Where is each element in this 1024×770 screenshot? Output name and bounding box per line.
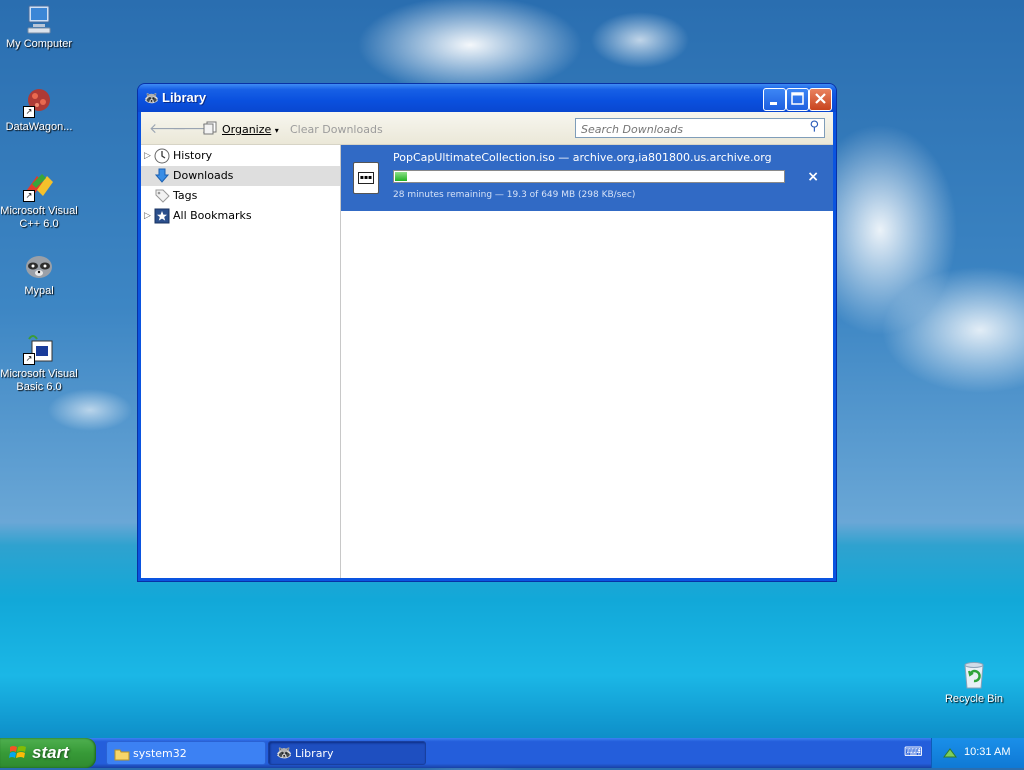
- sidebar-item-label: Tags: [173, 189, 198, 202]
- clear-downloads-button[interactable]: Clear Downloads: [290, 123, 383, 136]
- network-icon[interactable]: [942, 745, 958, 764]
- sidebar-item-label: All Bookmarks: [173, 209, 252, 222]
- shortcut-arrow-icon: ↗: [23, 353, 35, 365]
- window-title: Library: [162, 90, 207, 105]
- visual-basic-icon: ↗: [23, 333, 55, 365]
- organize-icon: [203, 121, 217, 135]
- start-label: start: [32, 743, 69, 762]
- mypal-raccoon-icon: 🦝: [144, 91, 159, 105]
- sidebar-item-history[interactable]: ▷ History: [141, 146, 340, 166]
- download-item[interactable]: ▪▪▪ PopCapUltimateCollection.iso — archi…: [341, 145, 833, 211]
- desktop-icon-recycle-bin[interactable]: Recycle Bin: [932, 658, 1016, 706]
- download-filename: PopCapUltimateCollection.iso — archive.o…: [393, 151, 772, 164]
- maximize-button[interactable]: [786, 88, 809, 111]
- sidebar-item-label: History: [173, 149, 213, 162]
- organize-button[interactable]: Organize ▾: [203, 121, 279, 136]
- minimize-icon: [770, 102, 777, 105]
- windows-flag-icon: [9, 746, 26, 758]
- expand-twisty-icon[interactable]: ▷: [144, 146, 151, 166]
- search-icon[interactable]: ⚲: [809, 119, 819, 134]
- library-toolbar: 🡐 🡒 Organize ▾ Clear Downloads ⚲: [141, 112, 833, 145]
- file-icon: ▪▪▪: [353, 162, 379, 194]
- desktop-icon-label: Recycle Bin: [944, 693, 1004, 705]
- search-box[interactable]: ⚲: [575, 118, 825, 138]
- progress-fill: [395, 172, 407, 181]
- desktop-icon-datawagon[interactable]: ↗ DataWagon...: [0, 86, 81, 134]
- taskbar-button-label: system32: [133, 747, 187, 760]
- bookmark-star-icon: [154, 208, 170, 224]
- library-sidebar: ▷ History Downloads Tags ▷ All Bookmarks: [141, 145, 341, 578]
- downloads-list: ▪▪▪ PopCapUltimateCollection.iso — archi…: [341, 145, 833, 578]
- keyboard-icon[interactable]: ⌨: [904, 745, 923, 760]
- shortcut-arrow-icon: ↗: [23, 190, 35, 202]
- desktop-icon-my-computer[interactable]: My Computer: [0, 3, 81, 51]
- desktop-icon-label: My Computer: [5, 38, 73, 50]
- sidebar-item-label: Downloads: [173, 169, 234, 182]
- desktop-icon-label: Microsoft Visual Basic 6.0: [0, 368, 78, 393]
- computer-icon: [23, 3, 55, 35]
- cancel-download-button[interactable]: ×: [807, 169, 819, 185]
- expand-twisty-icon[interactable]: ▷: [144, 206, 151, 226]
- clock[interactable]: 10:31 AM: [964, 746, 1010, 758]
- shortcut-arrow-icon: ↗: [23, 106, 35, 118]
- sidebar-item-tags[interactable]: Tags: [141, 186, 340, 206]
- maximize-icon: [791, 92, 804, 105]
- sidebar-item-all-bookmarks[interactable]: ▷ All Bookmarks: [141, 206, 340, 226]
- mypal-raccoon-icon: [23, 250, 55, 282]
- taskbar-button-library[interactable]: 🦝 Library: [268, 741, 426, 765]
- window-titlebar[interactable]: 🦝 Library: [138, 84, 836, 112]
- desktop-icon-label: Mypal: [24, 285, 54, 297]
- recycle-bin-icon: [958, 658, 990, 690]
- taskbar: start system32 🦝 Library ⌨ 10:31 AM: [0, 738, 1024, 768]
- taskbar-button-system32[interactable]: system32: [106, 741, 266, 765]
- taskbar-button-label: Library: [295, 747, 334, 760]
- download-arrow-icon: [154, 168, 170, 184]
- download-status: 28 minutes remaining — 19.3 of 649 MB (2…: [393, 190, 636, 200]
- mypal-raccoon-icon: 🦝: [276, 746, 293, 761]
- library-window[interactable]: 🦝 Library 🡐 🡒 Organize ▾ Clear Downloads…: [138, 84, 836, 581]
- dropdown-arrow-icon: ▾: [274, 126, 279, 135]
- desktop-icon-mypal[interactable]: Mypal: [0, 250, 81, 298]
- search-input[interactable]: [579, 120, 803, 138]
- system-tray: 10:31 AM: [931, 738, 1024, 768]
- organize-label: Organize: [222, 123, 272, 136]
- clock-icon: [154, 148, 170, 164]
- start-button[interactable]: start: [0, 738, 96, 768]
- desktop-icon-visual-basic[interactable]: ↗ Microsoft Visual Basic 6.0: [0, 333, 81, 394]
- visual-cpp-icon: ↗: [23, 170, 55, 202]
- desktop-icon-visual-cpp[interactable]: ↗ Microsoft Visual C++ 6.0: [0, 170, 81, 231]
- tag-icon: [154, 188, 170, 204]
- download-progress-bar: [393, 170, 785, 183]
- desktop-icon-label: Microsoft Visual C++ 6.0: [0, 205, 78, 230]
- window-client: 🡐 🡒 Organize ▾ Clear Downloads ⚲ ▷ Histo…: [141, 112, 833, 578]
- sidebar-item-downloads[interactable]: Downloads: [141, 166, 340, 186]
- desktop-icon-label: DataWagon...: [5, 121, 73, 133]
- close-button[interactable]: [809, 88, 832, 111]
- folder-icon: [114, 742, 130, 770]
- datawagon-icon: ↗: [23, 86, 55, 118]
- minimize-button[interactable]: [763, 88, 786, 111]
- close-icon: [815, 93, 826, 104]
